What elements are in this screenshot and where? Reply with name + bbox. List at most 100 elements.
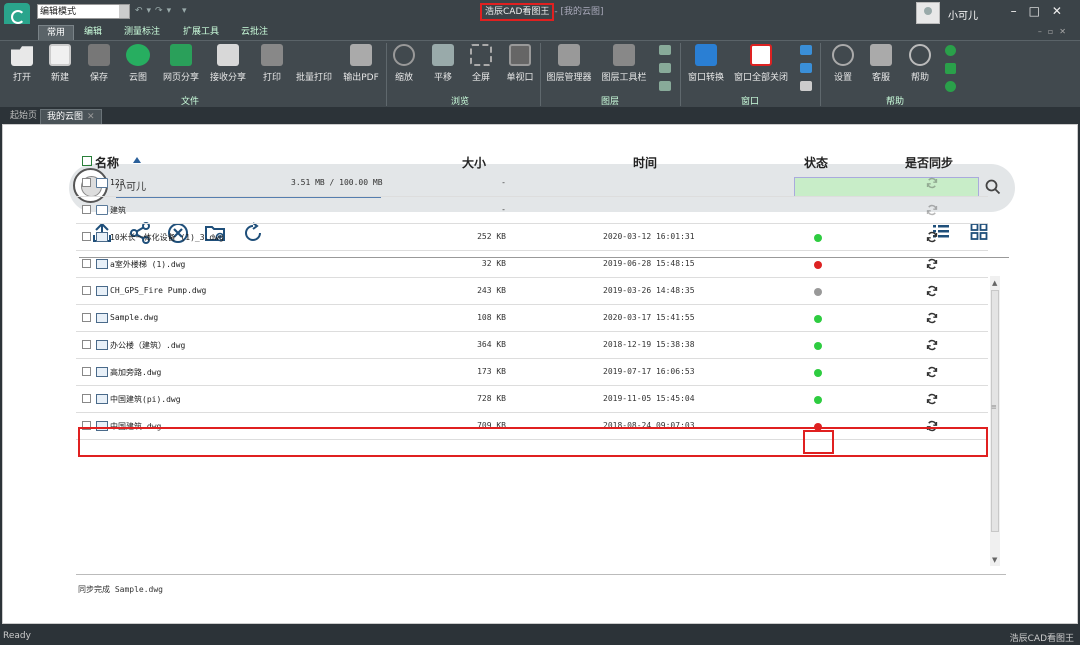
table-row[interactable]: 建筑 -	[76, 197, 988, 224]
close-all-windows-icon	[750, 44, 772, 66]
ribbon-window-controls[interactable]: –▫✕	[1038, 27, 1072, 36]
layer-toolbar-button[interactable]: 图层工具栏	[600, 44, 648, 92]
column-header-sync[interactable]: 是否同步	[905, 154, 953, 171]
table-row[interactable]: CH_GPS_Fire Pump.dwg 243 KB 2019-03-26 14:…	[76, 278, 988, 305]
sync-icon[interactable]	[926, 312, 938, 324]
tile-horizontal-icon[interactable]	[800, 63, 812, 73]
chevron-down-icon[interactable]	[119, 5, 129, 18]
new-button[interactable]: 新建	[46, 44, 74, 92]
file-time: 2019-06-28 15:48:15	[603, 259, 695, 268]
scroll-up-icon[interactable]: ▲	[992, 279, 997, 287]
row-checkbox[interactable]	[82, 340, 91, 349]
sort-ascending-icon[interactable]	[133, 157, 141, 163]
scrollbar[interactable]: ▲ ≡ ▼	[990, 276, 1000, 566]
save-icon	[88, 44, 110, 66]
web-share-button[interactable]: 网页分享	[162, 44, 200, 92]
open-button[interactable]: 打开	[8, 44, 36, 92]
row-checkbox[interactable]	[82, 205, 91, 214]
table-row[interactable]: 中国建筑(pi).dwg 728 KB 2019-11-05 15:45:04	[76, 386, 988, 413]
column-header-time[interactable]: 时间	[633, 154, 657, 171]
cloud-button[interactable]: 云图	[124, 44, 152, 92]
save-button[interactable]: 保存	[85, 44, 113, 92]
sync-icon[interactable]	[926, 339, 938, 351]
sync-icon[interactable]	[926, 177, 938, 189]
file-name[interactable]: 中国建筑(pi).dwg	[110, 394, 181, 405]
sync-icon[interactable]	[926, 285, 938, 297]
tab-measure[interactable]: 测量标注	[116, 25, 168, 40]
row-checkbox[interactable]	[82, 394, 91, 403]
scroll-down-icon[interactable]: ▼	[992, 556, 997, 564]
layer-small-icon-2[interactable]	[659, 63, 671, 73]
export-pdf-button[interactable]: 输出PDF	[342, 44, 380, 92]
tile-vertical-icon[interactable]	[800, 45, 812, 55]
table-row[interactable]: a室外楼梯 (1).dwg 32 KB 2019-06-28 15:48:15	[76, 251, 988, 278]
pan-button[interactable]: 平移	[430, 44, 456, 92]
update-icon[interactable]	[945, 45, 956, 56]
file-name[interactable]: 办公楼（建筑）.dwg	[110, 340, 185, 351]
file-name[interactable]: a室外楼梯 (1).dwg	[110, 259, 185, 270]
column-header-size[interactable]: 大小	[462, 154, 486, 171]
select-all-checkbox[interactable]	[82, 156, 92, 166]
sync-icon[interactable]	[926, 366, 938, 378]
apps-icon[interactable]	[945, 63, 956, 74]
tab-my-cloud[interactable]: 我的云图 ✕	[40, 109, 102, 124]
file-name[interactable]: 建筑	[110, 205, 126, 216]
row-checkbox[interactable]	[82, 178, 91, 187]
folder-icon	[96, 178, 108, 188]
tab-common[interactable]: 常用	[38, 25, 75, 40]
sync-icon[interactable]	[926, 231, 938, 243]
group-label-help: 帮助	[885, 97, 904, 107]
cascade-icon[interactable]	[800, 81, 812, 91]
mode-select[interactable]: 编辑模式	[37, 4, 130, 19]
row-checkbox[interactable]	[82, 367, 91, 376]
file-name[interactable]: Sample.dwg	[110, 313, 158, 322]
fullscreen-button[interactable]: 全屏	[468, 44, 494, 92]
row-checkbox[interactable]	[82, 313, 91, 322]
sync-icon[interactable]	[926, 258, 938, 270]
table-row[interactable]: 高加旁路.dwg 173 KB 2019-07-17 16:06:53	[76, 359, 988, 386]
customer-service-button[interactable]: 客服	[869, 44, 893, 92]
row-checkbox[interactable]	[82, 232, 91, 241]
sync-icon[interactable]	[926, 393, 938, 405]
help-button[interactable]: 帮助	[907, 44, 933, 92]
print-button[interactable]: 打印	[258, 44, 286, 92]
window-title: 浩辰CAD看图王 - [我的云图]	[480, 3, 604, 21]
file-name[interactable]: CH_GPS_Fire Pump.dwg	[110, 286, 206, 295]
file-name[interactable]: 123	[110, 178, 124, 187]
file-name[interactable]: 10米长一体化设备 (1)_3.dwg	[110, 232, 224, 243]
column-header-status[interactable]: 状态	[804, 154, 828, 171]
scrollbar-thumb[interactable]	[991, 290, 999, 532]
row-checkbox[interactable]	[82, 259, 91, 268]
single-viewport-button[interactable]: 单视口	[504, 44, 536, 92]
column-header-name[interactable]: 名称	[95, 154, 119, 171]
table-row[interactable]: 10米长一体化设备 (1)_3.dwg 252 KB 2020-03-12 16:0…	[76, 224, 988, 251]
layer-manager-button[interactable]: 图层管理器	[545, 44, 593, 92]
window-switch-button[interactable]: 窗口转换	[686, 44, 726, 92]
receive-share-button[interactable]: 接收分享	[209, 44, 247, 92]
layer-small-icon-1[interactable]	[659, 45, 671, 55]
account-name[interactable]: 小可儿	[948, 7, 978, 22]
batch-print-button[interactable]: 批量打印	[294, 44, 334, 92]
tab-cloud-annotation[interactable]: 云批注	[233, 25, 276, 40]
window-controls[interactable]: –□✕	[1011, 4, 1074, 18]
status-dot	[814, 288, 822, 296]
table-row[interactable]: 123 -	[76, 170, 988, 197]
info-icon[interactable]	[945, 81, 956, 92]
row-checkbox[interactable]	[82, 286, 91, 295]
help-icon	[909, 44, 931, 66]
file-name[interactable]: 高加旁路.dwg	[110, 367, 161, 378]
avatar[interactable]	[916, 2, 940, 24]
quick-access-toolbar[interactable]: ↶▾↷▾ ▾	[135, 6, 191, 16]
close-all-windows-button[interactable]: 窗口全部关闭	[733, 44, 789, 92]
zoom-button[interactable]: 缩放	[391, 44, 417, 92]
tab-start-page[interactable]: 起始页	[4, 109, 43, 124]
close-tab-icon[interactable]: ✕	[87, 112, 95, 122]
sync-icon[interactable]	[926, 204, 938, 216]
table-row[interactable]: 办公楼（建筑）.dwg 364 KB 2018-12-19 15:38:38	[76, 332, 988, 359]
tab-extensions[interactable]: 扩展工具	[175, 25, 227, 40]
settings-button[interactable]: 设置	[831, 44, 855, 92]
tab-edit[interactable]: 编辑	[76, 25, 110, 40]
layer-small-icon-3[interactable]	[659, 81, 671, 91]
table-row[interactable]: Sample.dwg 108 KB 2020-03-17 15:41:55	[76, 305, 988, 332]
selection-highlight	[78, 427, 988, 457]
